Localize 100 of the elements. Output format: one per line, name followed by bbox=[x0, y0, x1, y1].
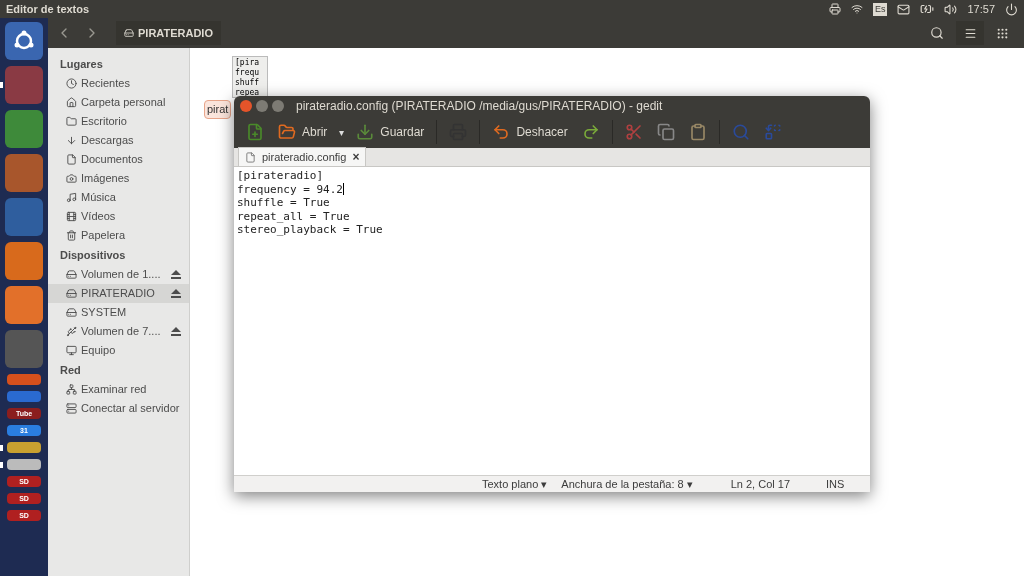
sidebar-label: Recientes bbox=[81, 76, 130, 92]
sidebar-label: Imágenes bbox=[81, 171, 130, 187]
sidebar-item[interactable]: Volumen de 7.... bbox=[48, 322, 189, 341]
mail-icon[interactable] bbox=[897, 2, 911, 16]
undo-icon bbox=[492, 123, 511, 141]
drive-icon bbox=[66, 269, 77, 280]
eject-icon[interactable] bbox=[171, 270, 181, 279]
ubuntu-logo-icon[interactable] bbox=[5, 22, 43, 60]
clock-icon bbox=[66, 78, 77, 89]
eject-icon[interactable] bbox=[171, 327, 181, 336]
file-name[interactable]: pirat bbox=[204, 100, 232, 119]
sidebar-label: Volumen de 1.... bbox=[81, 267, 161, 283]
toolbar-button[interactable]: Abrir bbox=[272, 118, 334, 146]
minimize-icon[interactable] bbox=[256, 100, 268, 112]
sidebar-item[interactable]: Examinar red bbox=[48, 380, 189, 399]
app-icon[interactable] bbox=[7, 459, 41, 470]
monitor-icon bbox=[66, 345, 77, 356]
toolbar-button[interactable]: Deshacer bbox=[486, 118, 574, 146]
running-indicator bbox=[0, 82, 3, 88]
paste-icon bbox=[688, 123, 707, 141]
app-icon[interactable] bbox=[7, 374, 41, 385]
music-note-icon bbox=[66, 192, 77, 203]
redo-icon bbox=[581, 123, 600, 141]
sidebar-label: Volumen de 7.... bbox=[81, 324, 161, 340]
keyboard-layout-indicator[interactable]: Es bbox=[872, 2, 888, 16]
sidebar-item[interactable]: Vídeos bbox=[48, 207, 189, 226]
sidebar-label: Música bbox=[81, 190, 116, 206]
toolbar-button[interactable]: Guardar bbox=[350, 118, 431, 146]
maximize-icon[interactable] bbox=[272, 100, 284, 112]
thumbnail-text: frequ bbox=[235, 68, 261, 78]
search-icon[interactable] bbox=[930, 26, 944, 40]
editor-title: pirateradio.config (PIRATERADIO /media/gus/PIRATERADIO) - gedit bbox=[296, 98, 663, 115]
insert-mode: INS bbox=[826, 476, 845, 492]
power-icon[interactable] bbox=[1005, 2, 1018, 16]
sidebar-item[interactable]: PIRATERADIO bbox=[48, 284, 189, 303]
sidebar-item[interactable]: Recientes bbox=[48, 74, 189, 93]
close-icon[interactable] bbox=[240, 100, 252, 112]
running-indicator bbox=[0, 444, 3, 451]
menu-icon bbox=[963, 26, 977, 40]
folder-icon bbox=[66, 116, 77, 127]
language-dropdown[interactable]: Texto plano ▾ bbox=[482, 475, 548, 492]
film-icon bbox=[66, 211, 77, 222]
sidebar-heading: Lugares bbox=[59, 57, 104, 72]
clock-time[interactable]: 17:57 bbox=[967, 0, 995, 18]
drive-icon bbox=[66, 288, 77, 299]
path-button[interactable]: PIRATERADIO bbox=[116, 21, 221, 45]
sidebar-item[interactable]: Imágenes bbox=[48, 169, 189, 188]
grid-icon bbox=[995, 26, 1009, 40]
sidebar-label: Conectar al servidor bbox=[81, 401, 180, 417]
sidebar-item[interactable]: SYSTEM bbox=[48, 303, 189, 322]
sidebar-item[interactable]: Música bbox=[48, 188, 189, 207]
tab-label: pirateradio.config bbox=[262, 149, 347, 165]
text-area[interactable]: [pirateradio] frequency = 94.2 shuffle = True repeat_all = True stereo_playback = True bbox=[234, 167, 870, 475]
scissors-icon bbox=[624, 123, 643, 141]
app-icon[interactable] bbox=[7, 391, 41, 402]
trash-icon bbox=[66, 230, 77, 241]
thumbnail-text: [pira bbox=[235, 58, 261, 68]
sidebar-item[interactable]: Escritorio bbox=[48, 112, 189, 131]
sidebar-item[interactable]: Conectar al servidor bbox=[48, 399, 189, 418]
code-line: [pirateradio] bbox=[237, 169, 324, 183]
sidebar-item[interactable]: Volumen de 1.... bbox=[48, 265, 189, 284]
sidebar-item[interactable]: Descargas bbox=[48, 131, 189, 150]
tab-width-dropdown[interactable]: Anchura de la pestaña: 8 ▾ bbox=[561, 475, 693, 492]
document-tab[interactable]: pirateradio.config × bbox=[238, 147, 367, 166]
menu-button[interactable] bbox=[956, 21, 984, 45]
sidebar-item[interactable]: Papelera bbox=[48, 226, 189, 245]
cursor-position: Ln 2, Col 17 bbox=[730, 476, 791, 492]
download-icon bbox=[66, 135, 77, 146]
thumbnail-text: repea bbox=[235, 88, 261, 98]
sidebar-heading: Dispositivos bbox=[59, 248, 127, 263]
sidebar-item[interactable]: Carpeta personal bbox=[48, 93, 189, 112]
wifi-icon[interactable] bbox=[850, 3, 863, 15]
home-icon bbox=[66, 97, 77, 108]
sidebar-label: Vídeos bbox=[81, 209, 116, 225]
code-line: repeat_all = True bbox=[237, 209, 350, 223]
sidebar-heading: Red bbox=[59, 363, 82, 378]
replace-icon bbox=[763, 123, 782, 141]
drive-icon bbox=[124, 28, 134, 38]
save-icon bbox=[356, 123, 375, 141]
sidebar-label: Equipo bbox=[81, 343, 116, 359]
search-icon bbox=[731, 123, 750, 141]
thumbnail-text: shuff bbox=[235, 78, 261, 88]
code-line: shuffle = True bbox=[237, 196, 330, 210]
volume-icon[interactable] bbox=[944, 2, 958, 16]
copy-icon bbox=[656, 123, 675, 141]
printer-icon[interactable] bbox=[828, 3, 841, 15]
sidebar-label: Descargas bbox=[81, 133, 134, 149]
network-icon bbox=[66, 384, 77, 395]
sidebar-label: Carpeta personal bbox=[81, 95, 166, 111]
app-icon[interactable] bbox=[7, 442, 41, 453]
window-title: Editor de textos bbox=[6, 1, 90, 17]
sidebar-label: Papelera bbox=[81, 228, 126, 244]
code-line: stereo_playback = True bbox=[237, 223, 383, 237]
sidebar-item[interactable]: Documentos bbox=[48, 150, 189, 169]
battery-icon[interactable] bbox=[920, 2, 935, 16]
sidebar-item[interactable]: Equipo bbox=[48, 341, 189, 360]
running-indicator bbox=[0, 461, 3, 468]
tab-close-button[interactable]: × bbox=[352, 151, 360, 163]
eject-icon[interactable] bbox=[171, 289, 181, 298]
code-line: frequency = 94.2 bbox=[237, 182, 343, 196]
